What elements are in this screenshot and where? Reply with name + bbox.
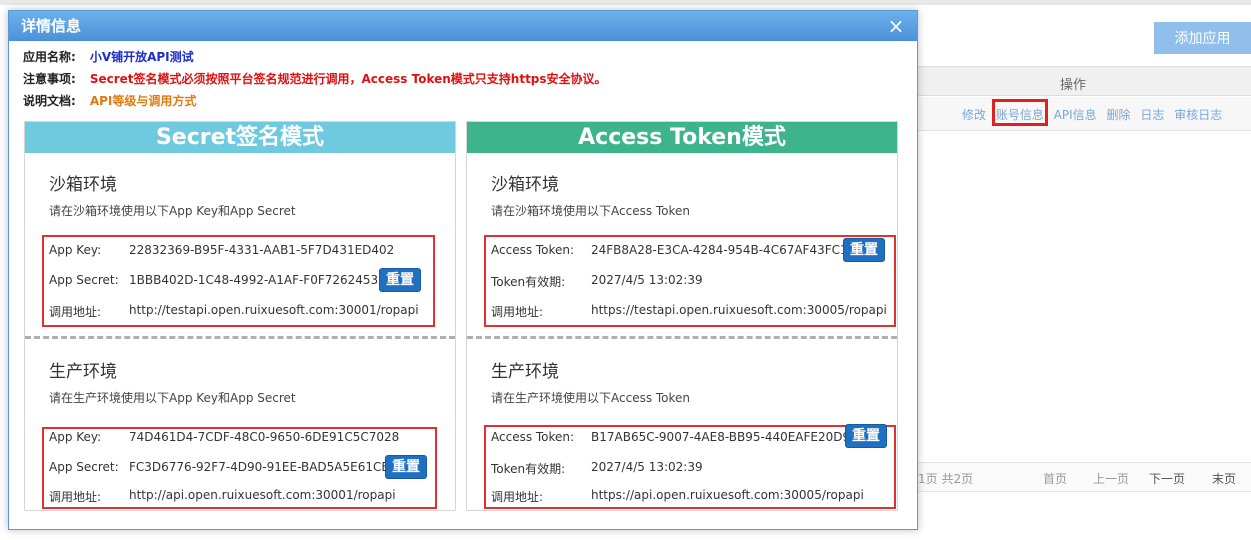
- production-desc: 请在生产环境使用以下App Key和App Secret: [49, 391, 296, 405]
- access-token-value: B17AB65C-9007-4AE8-BB95-440EAFE20D99: [591, 430, 858, 444]
- app-secret-label: App Secret:: [49, 273, 119, 287]
- secret-mode-panel: Secret签名模式 沙箱环境 请在沙箱环境使用以下App Key和App Se…: [24, 121, 456, 511]
- column-header-actions: 操作: [1060, 78, 1087, 93]
- app-key-value: 22832369-B95F-4331-AAB1-5F7D431ED402: [129, 243, 395, 257]
- production-title: 生产环境: [491, 362, 559, 382]
- detail-dialog: 详情信息 × 应用名称: 小V铺开放API测试 注意事项: Secret签名模式必须…: [8, 10, 918, 530]
- sandbox-secret-reset-button[interactable]: 重置: [379, 268, 421, 292]
- next-page-button[interactable]: 下一页: [1149, 470, 1185, 487]
- first-page-button[interactable]: 首页: [1043, 470, 1067, 487]
- app-name-value: 小V铺开放API测试: [89, 50, 194, 64]
- prev-page-button[interactable]: 上一页: [1093, 470, 1129, 487]
- production-desc: 请在生产环境使用以下Access Token: [491, 391, 691, 405]
- url-label: 调用地址:: [491, 490, 544, 504]
- sandbox-title: 沙箱环境: [491, 175, 559, 195]
- url-value: http://testapi.open.ruixuesoft.com:30001…: [129, 303, 419, 317]
- app-key-value: 74D461D4-7CDF-48C0-9650-6DE91C5C7028: [129, 430, 400, 444]
- docs-row: 说明文档: API等级与调用方式: [23, 92, 196, 109]
- log-link[interactable]: 日志: [1140, 108, 1164, 122]
- account-info-highlight: [992, 99, 1048, 126]
- url-value: https://testapi.open.ruixuesoft.com:3000…: [591, 303, 887, 317]
- url-label: 调用地址:: [49, 490, 102, 504]
- access-token-value: 24FB8A28-E3CA-4284-954B-4C67AF43FC1F: [591, 243, 855, 257]
- notice-value: Secret签名模式必须按照平台签名规范进行调用，Access Token模式只…: [89, 72, 607, 86]
- sandbox-token-reset-button[interactable]: 重置: [843, 238, 885, 262]
- app-name-label: 应用名称:: [23, 50, 76, 64]
- delete-link[interactable]: 删除: [1107, 108, 1131, 122]
- audit-log-link[interactable]: 审核日志: [1174, 108, 1222, 122]
- sandbox-desc: 请在沙箱环境使用以下Access Token: [491, 204, 691, 218]
- access-token-label: Access Token:: [491, 430, 575, 444]
- token-expiry-label: Token有效期:: [491, 462, 566, 476]
- pager-info: 1页 共2页: [918, 472, 974, 486]
- url-label: 调用地址:: [491, 305, 544, 319]
- section-divider: [467, 336, 897, 339]
- docs-link[interactable]: API等级与调用方式: [90, 94, 197, 108]
- app-key-label: App Key:: [49, 243, 102, 257]
- access-token-panel: Access Token模式 沙箱环境 请在沙箱环境使用以下Access Tok…: [466, 121, 898, 511]
- close-icon[interactable]: ×: [885, 15, 907, 37]
- production-secret-reset-button[interactable]: 重置: [385, 455, 427, 479]
- sandbox-desc: 请在沙箱环境使用以下App Key和App Secret: [49, 204, 296, 218]
- edit-link[interactable]: 修改: [962, 108, 986, 122]
- app-secret-label: App Secret:: [49, 460, 119, 474]
- notice-label: 注意事项:: [23, 72, 76, 86]
- app-secret-value: 1BBB402D-1C48-4992-A1AF-F0F726245381: [129, 273, 394, 287]
- access-token-title: Access Token模式: [467, 122, 897, 153]
- url-label: 调用地址:: [49, 305, 102, 319]
- docs-label: 说明文档:: [23, 94, 76, 108]
- access-token-label: Access Token:: [491, 243, 575, 257]
- api-info-link[interactable]: API信息: [1054, 108, 1097, 122]
- production-title: 生产环境: [49, 362, 117, 382]
- token-expiry-value: 2027/4/5 13:02:39: [591, 273, 703, 287]
- url-value: https://api.open.ruixuesoft.com:30005/ro…: [591, 488, 864, 502]
- app-secret-value: FC3D6776-92F7-4D90-91EE-BAD5A5E61CB5: [129, 460, 398, 474]
- secret-mode-title: Secret签名模式: [25, 122, 455, 153]
- token-expiry-value: 2027/4/5 13:02:39: [591, 460, 703, 474]
- add-app-button[interactable]: 添加应用: [1154, 22, 1251, 54]
- last-page-button[interactable]: 末页: [1212, 470, 1236, 487]
- section-divider: [25, 336, 455, 339]
- sandbox-title: 沙箱环境: [49, 175, 117, 195]
- app-key-label: App Key:: [49, 430, 102, 444]
- production-token-reset-button[interactable]: 重置: [845, 424, 887, 448]
- app-name-row: 应用名称: 小V铺开放API测试: [23, 48, 194, 65]
- dialog-title: 详情信息: [9, 11, 917, 41]
- url-value: http://api.open.ruixuesoft.com:30001/rop…: [129, 488, 396, 502]
- token-expiry-label: Token有效期:: [491, 275, 566, 289]
- notice-row: 注意事项: Secret签名模式必须按照平台签名规范进行调用，Access Tok…: [23, 70, 607, 87]
- top-bar: [0, 0, 1251, 5]
